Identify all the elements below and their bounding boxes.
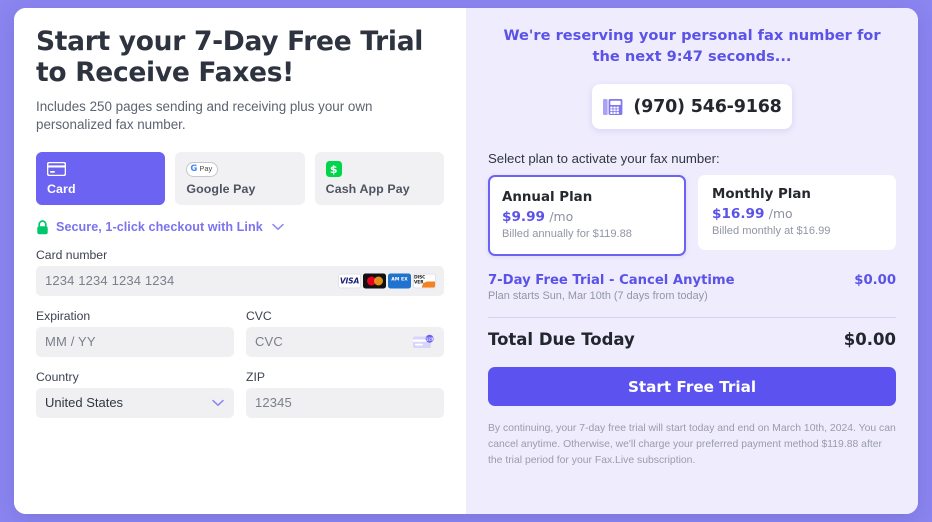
headline-line-1: Start your 7-Day Free Trial xyxy=(36,26,424,57)
cvc-placeholder: CVC xyxy=(255,334,283,350)
plan-monthly-name: Monthly Plan xyxy=(712,187,811,203)
plan-monthly-billing-note: Billed monthly at $16.99 xyxy=(712,225,831,238)
expiration-label: Expiration xyxy=(36,308,91,323)
cvc-card-hint-icon: 123 xyxy=(413,334,434,348)
cvc-input[interactable]: CVC 123 xyxy=(246,326,444,357)
card-number-placeholder: 1234 1234 1234 1234 xyxy=(45,273,175,289)
payment-method-card-label: Card xyxy=(47,181,76,196)
headline-line-2: to Receive Faxes! xyxy=(36,57,294,89)
plan-option-annual[interactable]: Annual Plan $9.99 /mo Billed annually fo… xyxy=(488,175,686,257)
cvc-label: CVC xyxy=(246,308,272,323)
reservation-countdown-text: We're reserving your personal fax number… xyxy=(503,27,881,65)
page-title: Start your 7-Day Free Trial to Receive F… xyxy=(36,26,444,89)
reserved-fax-number: (970) 546-9168 xyxy=(633,96,782,117)
mastercard-icon xyxy=(363,273,386,289)
order-summary-pane: We're reserving your personal fax number… xyxy=(466,8,918,514)
plan-monthly-price: $16.99 /mo xyxy=(712,206,882,222)
plan-monthly-price-value: $16.99 xyxy=(712,206,765,223)
payment-method-tabs: Card G Pay Google Pay $ Cash App Pay xyxy=(36,151,444,205)
headline-subtext: Includes 250 pages sending and receiving… xyxy=(36,98,373,133)
credit-card-icon xyxy=(47,161,154,178)
chevron-down-icon[interactable] xyxy=(272,223,284,231)
link-secure-checkout-label: Secure, 1-click checkout with Link xyxy=(56,220,263,235)
visa-icon: VISA xyxy=(338,273,361,289)
card-number-input[interactable]: 1234 1234 1234 1234 VISA AM EX DISC VER xyxy=(36,265,444,296)
google-pay-pay-glyph: Pay xyxy=(199,164,213,174)
country-label: Country xyxy=(36,369,79,384)
amex-text: AM EX xyxy=(391,277,408,283)
google-pay-g-glyph: G xyxy=(190,163,198,174)
zip-label: ZIP xyxy=(246,369,265,384)
payment-method-card[interactable]: Card xyxy=(36,151,166,205)
trial-line-item: 7-Day Free Trial - Cancel Anytime $0.00 xyxy=(488,273,896,288)
cash-app-icon: $ xyxy=(325,161,433,178)
plan-annual-name: Annual Plan xyxy=(502,190,593,206)
chevron-down-icon[interactable] xyxy=(212,399,224,407)
card-number-label: Card number xyxy=(36,247,108,262)
plan-annual-billing-note: Billed annually for $119.88 xyxy=(502,228,632,241)
country-select[interactable]: United States xyxy=(36,387,234,418)
summary-divider xyxy=(488,317,896,319)
amex-icon: AM EX xyxy=(388,273,411,289)
payment-form-pane: Start your 7-Day Free Trial to Receive F… xyxy=(14,8,466,514)
country-selected-value: United States xyxy=(45,395,124,411)
payment-method-cash-app-pay-label: Cash App Pay xyxy=(325,181,410,196)
plan-monthly-price-period: /mo xyxy=(768,206,793,222)
zip-input[interactable]: 12345 xyxy=(246,387,444,418)
svg-text:123: 123 xyxy=(426,336,434,341)
reserved-fax-number-chip: (970) 546-9168 xyxy=(592,84,792,130)
expiration-placeholder: MM / YY xyxy=(45,334,96,350)
plan-annual-price-period: /mo xyxy=(549,209,574,225)
zip-placeholder: 12345 xyxy=(255,395,292,411)
payment-method-cash-app-pay[interactable]: $ Cash App Pay xyxy=(314,151,444,205)
card-brand-icons: VISA AM EX DISC VER xyxy=(338,273,436,289)
start-free-trial-button[interactable]: Start Free Trial xyxy=(488,367,896,407)
cash-app-dollar-glyph: $ xyxy=(325,161,342,178)
trial-start-note: Plan starts Sun, Mar 10th (7 days from t… xyxy=(488,290,708,303)
google-pay-icon: G Pay xyxy=(186,161,293,178)
checkout-card: Start your 7-Day Free Trial to Receive F… xyxy=(14,8,918,514)
fax-machine-icon xyxy=(603,98,623,115)
trial-line-item-label: 7-Day Free Trial - Cancel Anytime xyxy=(488,273,735,289)
payment-method-google-pay-label: Google Pay xyxy=(186,181,256,196)
payment-method-google-pay[interactable]: G Pay Google Pay xyxy=(175,151,305,205)
discover-icon: DISC VER xyxy=(413,273,436,289)
trial-line-item-amount: $0.00 xyxy=(854,273,896,289)
legal-fine-print: By continuing, your 7-day free trial wil… xyxy=(488,423,896,467)
total-row: Total Due Today $0.00 xyxy=(488,330,896,349)
total-amount: $0.00 xyxy=(843,330,896,350)
visa-text: VISA xyxy=(339,276,360,286)
select-plan-label: Select plan to activate your fax number: xyxy=(488,151,720,167)
plan-annual-price: $9.99 /mo xyxy=(502,209,672,225)
plan-options: Annual Plan $9.99 /mo Billed annually fo… xyxy=(488,175,896,257)
total-label: Total Due Today xyxy=(488,330,635,350)
link-secure-checkout-row[interactable]: Secure, 1-click checkout with Link xyxy=(36,219,444,235)
green-lock-icon xyxy=(37,219,48,234)
plan-option-monthly[interactable]: Monthly Plan $16.99 /mo Billed monthly a… xyxy=(698,175,896,251)
plan-annual-price-value: $9.99 xyxy=(502,209,545,226)
expiration-input[interactable]: MM / YY xyxy=(36,326,234,357)
